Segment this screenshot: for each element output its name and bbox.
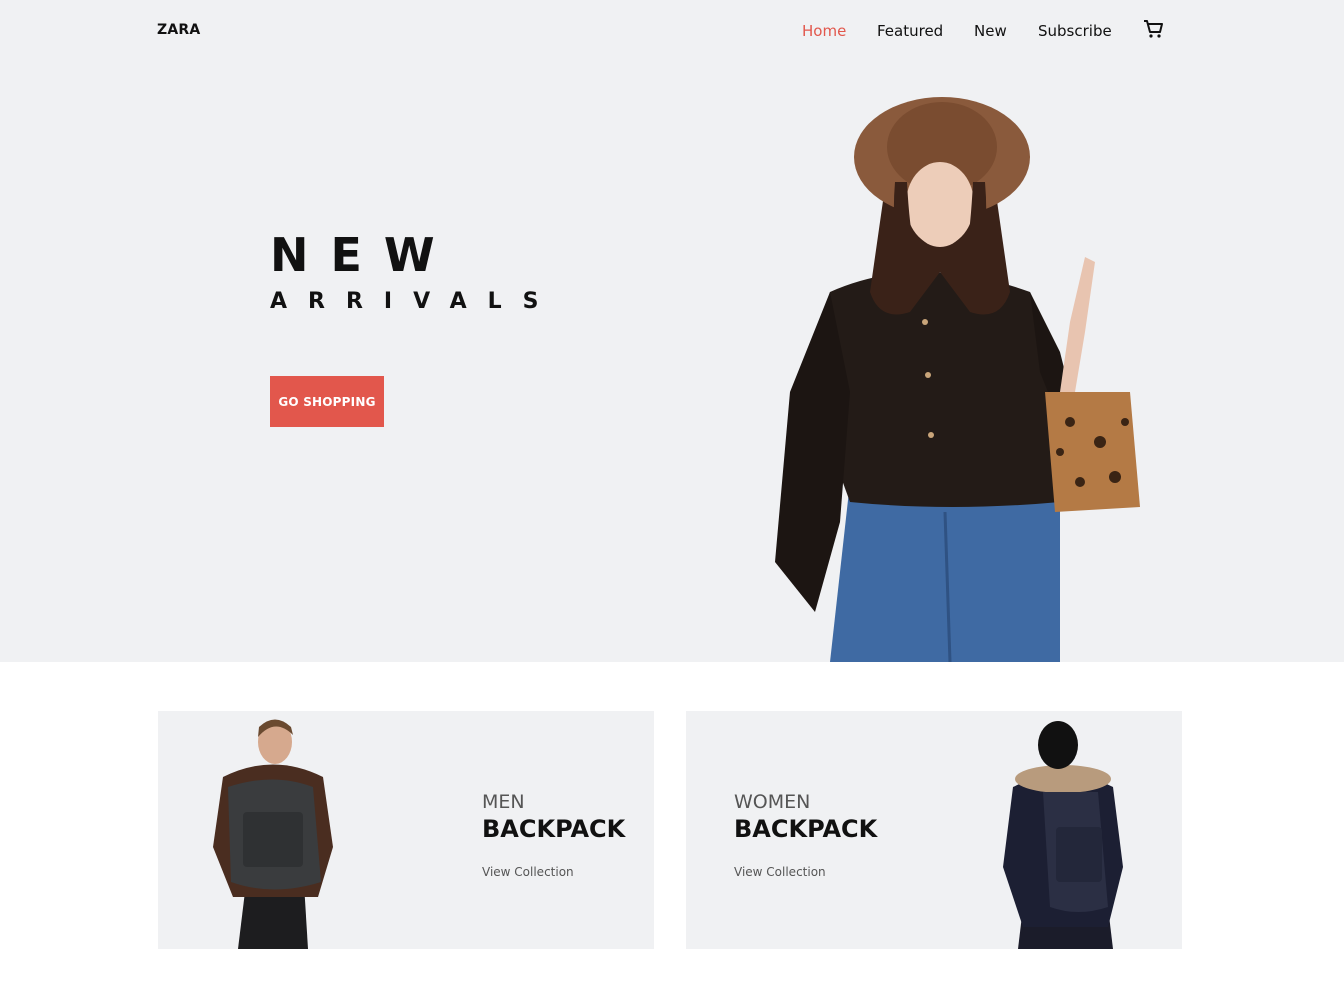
nav-home[interactable]: Home [802,22,846,40]
nav-subscribe[interactable]: Subscribe [1038,22,1112,40]
woman-backpack-image [998,717,1138,949]
men-backpack-card[interactable]: MEN BACKPACK View Collection [158,711,654,949]
hero-section: ZARA Home Featured New Subscribe NEW ARR… [0,0,1344,662]
hero-model-image [770,92,1150,662]
women-card-subtitle: WOMEN [734,791,811,813]
women-view-collection-link[interactable]: View Collection [734,865,826,879]
go-shopping-button[interactable]: GO SHOPPING [270,376,384,427]
hero-headline-arrivals: ARRIVALS [270,289,560,314]
men-card-subtitle: MEN [482,791,525,813]
nav-new[interactable]: New [974,22,1007,40]
women-backpack-card[interactable]: WOMEN BACKPACK View Collection [686,711,1182,949]
hero-headline-new: NEW [270,228,457,282]
women-card-title: BACKPACK [734,815,878,843]
man-backpack-image [203,717,343,949]
nav-featured[interactable]: Featured [877,22,943,40]
men-card-title: BACKPACK [482,815,626,843]
shopping-cart-icon[interactable] [1143,19,1165,39]
men-view-collection-link[interactable]: View Collection [482,865,574,879]
logo[interactable]: ZARA [157,22,200,38]
